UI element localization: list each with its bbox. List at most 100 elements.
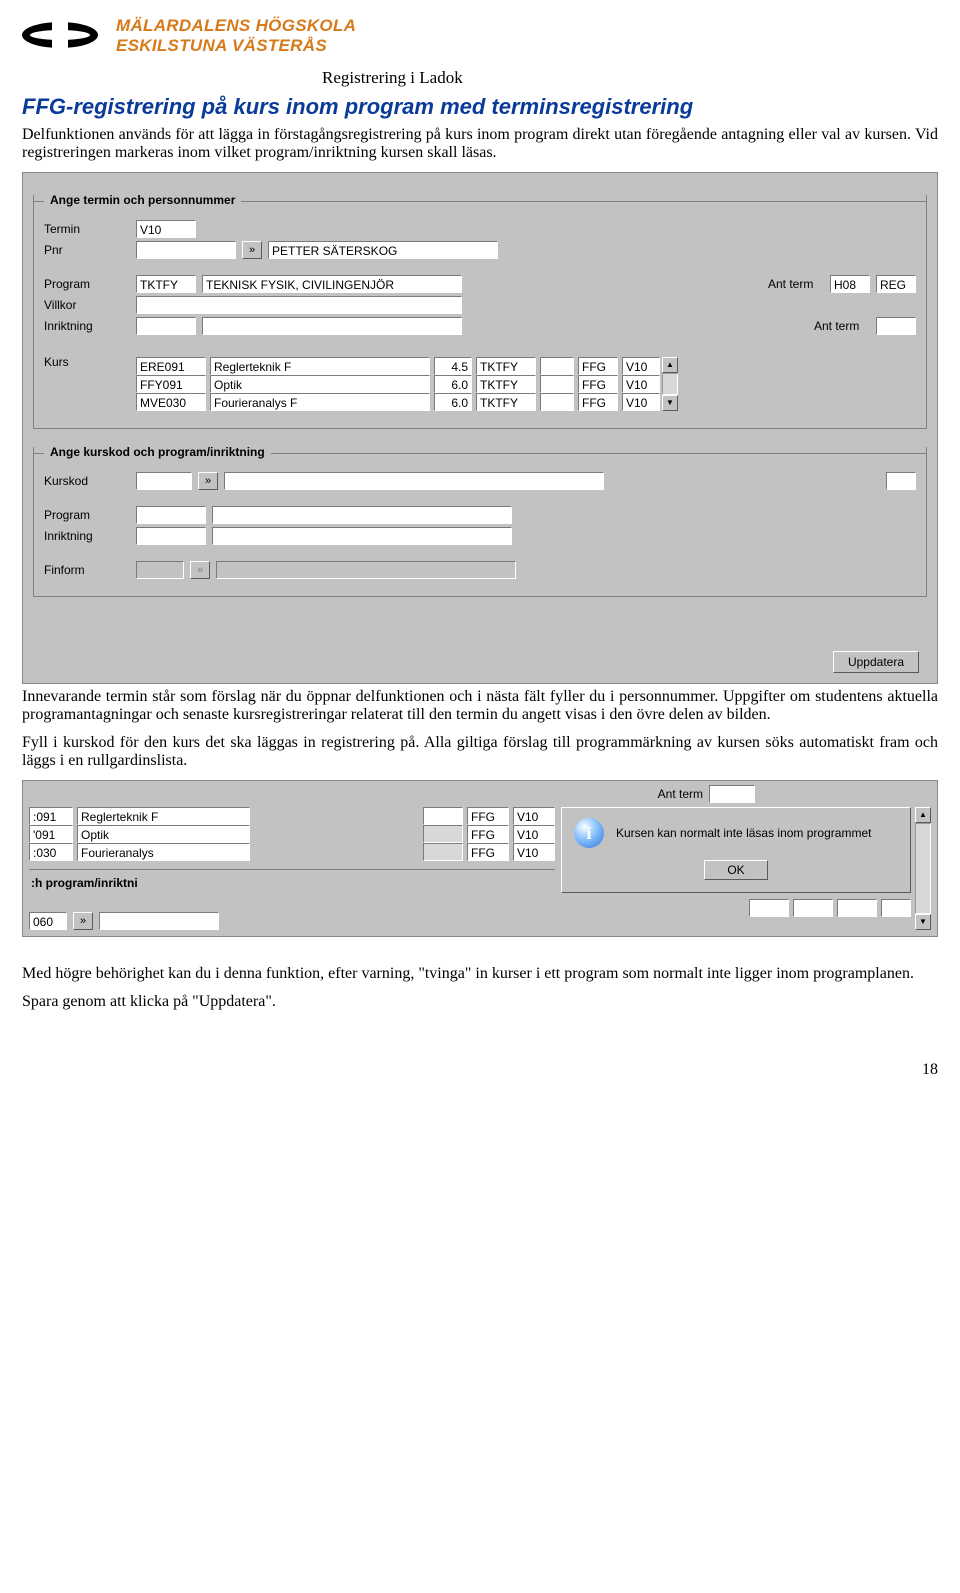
paragraph-3: Fyll i kurskod för den kurs det ska lägg… <box>22 734 938 770</box>
label-program2: Program <box>44 508 130 522</box>
group-legend: Ange kurskod och program/inriktning <box>44 445 271 459</box>
kurs-row: MVE030Fourieranalys F6.0TKTFYFFGV10 <box>136 393 660 411</box>
crop-row: '091Optik FFGV10 <box>29 825 555 843</box>
kurs-scrollbar[interactable]: ▲ ▼ <box>662 357 678 411</box>
dialog-message: Kursen kan normalt inte läsas inom progr… <box>616 826 871 840</box>
group-legend: Ange termin och personnummer <box>44 193 241 207</box>
finform-name-field <box>216 561 516 579</box>
crop-cell <box>423 825 463 843</box>
crop-cell: FFG <box>467 843 509 861</box>
kurs-list: ERE091Reglerteknik F4.5TKTFYFFGV10FFY091… <box>136 357 660 411</box>
paragraph-2: Innevarande termin står som förslag när … <box>22 688 938 724</box>
label-kurs: Kurs <box>44 355 130 369</box>
ant-term-2-field <box>876 317 916 335</box>
kurs-cell: Optik <box>210 375 430 393</box>
label-program: Program <box>44 277 130 291</box>
kurs-cell: V10 <box>622 375 660 393</box>
label-villkor: Villkor <box>44 298 130 312</box>
paragraph-1: Delfunktionen används för att lägga in f… <box>22 126 938 162</box>
label-inriktning: Inriktning <box>44 319 130 333</box>
kurs-cell: 6.0 <box>434 393 472 411</box>
crop-cell: :030 <box>29 843 73 861</box>
group-termin-pnr: Ange termin och personnummer Termin V10 … <box>33 195 927 429</box>
brand-text: MÄLARDALENS HÖGSKOLA ESKILSTUNA VÄSTERÅS <box>116 16 356 55</box>
program-code-field: TKTFY <box>136 275 196 293</box>
crop-name-field <box>99 912 219 930</box>
kurs-cell: TKTFY <box>476 393 536 411</box>
info-icon: i <box>574 818 604 848</box>
section-heading: FFG-registrering på kurs inom program me… <box>22 94 938 120</box>
inriktning2-name-field <box>212 527 512 545</box>
program2-name-field <box>212 506 512 524</box>
kurs-row: ERE091Reglerteknik F4.5TKTFYFFGV10 <box>136 357 660 375</box>
kurs-cell <box>540 393 574 411</box>
kurs-cell: Reglerteknik F <box>210 357 430 375</box>
pnr-lookup-button[interactable]: » <box>242 241 262 259</box>
inriktning2-code-field[interactable] <box>136 527 206 545</box>
university-logo <box>22 16 102 62</box>
inriktning-code-field <box>136 317 196 335</box>
crop-row: :030Fourieranalys FFGV10 <box>29 843 555 861</box>
kurs-cell: FFG <box>578 375 618 393</box>
kurs-cell: 4.5 <box>434 357 472 375</box>
scroll-down-icon[interactable]: ▼ <box>662 395 678 411</box>
crop-cell: :091 <box>29 807 73 825</box>
crop-kurs-list: :091Reglerteknik F FFGV10'091Optik FFGV1… <box>29 807 555 861</box>
page-number: 18 <box>22 1061 938 1079</box>
crop-cell <box>423 807 463 825</box>
scroll-down-icon[interactable]: ▼ <box>915 914 931 930</box>
ant-term-crop-field <box>709 785 755 803</box>
ant-term-1-status: REG <box>876 275 916 293</box>
brand-line1: MÄLARDALENS HÖGSKOLA <box>116 16 356 36</box>
crop-code-field[interactable]: 060 <box>29 912 67 930</box>
crop-cell: FFG <box>467 807 509 825</box>
label-ant-term-1: Ant term <box>768 277 824 291</box>
ant-term-1-field: H08 <box>830 275 870 293</box>
crop-cell: '091 <box>29 825 73 843</box>
group-kurskod: Ange kurskod och program/inriktning Kurs… <box>33 447 927 597</box>
ladok-dialog-crop: Ant term :091Reglerteknik F FFGV10'091Op… <box>22 780 938 937</box>
scroll-track[interactable] <box>662 373 678 395</box>
crop-right-cell <box>749 899 789 917</box>
scroll-up-icon[interactable]: ▲ <box>662 357 678 373</box>
program-name-field: TEKNISK FYSIK, CIVILINGENJÖR <box>202 275 462 293</box>
crop-right-cell <box>837 899 877 917</box>
crop-cell: Reglerteknik F <box>77 807 250 825</box>
kurs-cell: V10 <box>622 357 660 375</box>
kurskod-lookup-button[interactable]: » <box>198 472 218 490</box>
dialog-ok-button[interactable]: OK <box>704 860 767 880</box>
pnr-field[interactable] <box>136 241 236 259</box>
kurs-cell <box>540 375 574 393</box>
kurs-cell: FFG <box>578 357 618 375</box>
crop-right-cell <box>881 899 911 917</box>
crop-scrollbar[interactable]: ▲ ▼ <box>915 807 931 930</box>
label-termin: Termin <box>44 222 130 236</box>
kurs-cell: Fourieranalys F <box>210 393 430 411</box>
kurs-cell: 6.0 <box>434 375 472 393</box>
crop-cell: FFG <box>467 825 509 843</box>
kurs-cell <box>540 357 574 375</box>
kurs-cell: TKTFY <box>476 357 536 375</box>
crop-right-cell <box>793 899 833 917</box>
crop-lookup-button[interactable]: » <box>73 912 93 930</box>
paragraph-4: Med högre behörighet kan du i denna funk… <box>22 965 938 983</box>
scroll-up-icon[interactable]: ▲ <box>915 807 931 823</box>
kurs-cell: TKTFY <box>476 375 536 393</box>
brand-line2: ESKILSTUNA VÄSTERÅS <box>116 36 356 56</box>
program2-code-field[interactable] <box>136 506 206 524</box>
finform-lookup-button: » <box>190 561 210 579</box>
kurskod-name-field <box>224 472 604 490</box>
crop-cell <box>423 843 463 861</box>
update-button[interactable]: Uppdatera <box>833 651 919 673</box>
crop-cell: Fourieranalys <box>77 843 250 861</box>
label-kurskod: Kurskod <box>44 474 130 488</box>
kurs-cell: MVE030 <box>136 393 206 411</box>
kurskod-extra-field <box>886 472 916 490</box>
pnr-name-field: PETTER SÄTERSKOG <box>268 241 498 259</box>
label-inriktning2: Inriktning <box>44 529 130 543</box>
kurs-cell: FFY091 <box>136 375 206 393</box>
group-legend-crop: :h program/inriktni <box>29 869 555 890</box>
termin-field[interactable]: V10 <box>136 220 196 238</box>
scroll-track[interactable] <box>915 823 931 914</box>
kurskod-field[interactable] <box>136 472 192 490</box>
